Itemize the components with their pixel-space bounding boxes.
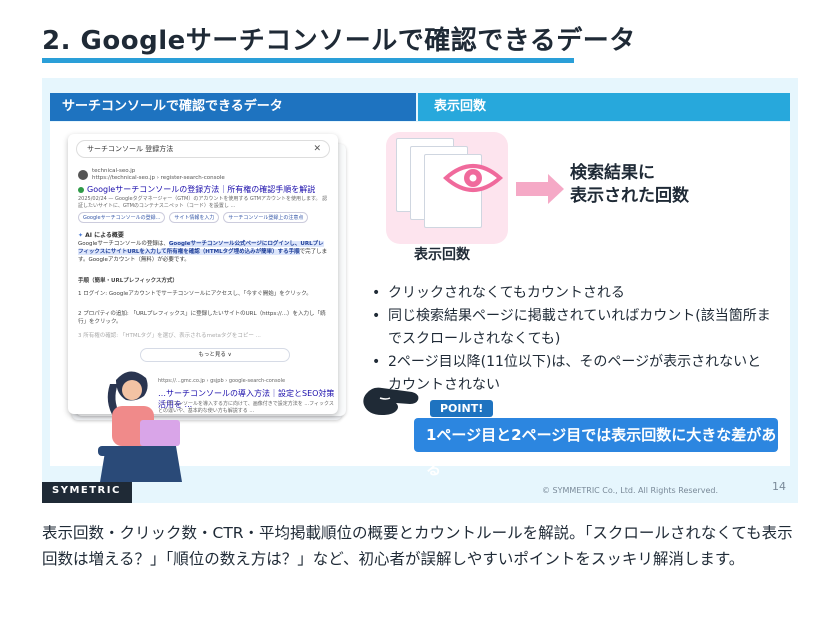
result-title: Googleサーチコンソールの登録方法｜所有権の確認手順を解説	[78, 184, 315, 195]
site-info: technical-seo.jp https://technical-seo.j…	[92, 168, 225, 182]
bullet-item: クリックされなくてもカウントされる	[370, 282, 772, 305]
brand-logo: SYMETRIC	[52, 485, 121, 496]
page-title: 2. Googleサーチコンソールで確認できるデータ	[42, 26, 636, 56]
search-query: サーチコンソール 登録方法	[87, 145, 174, 153]
show-more-button: もっと見る ∨	[140, 348, 290, 362]
site-favicon-icon	[78, 170, 88, 180]
result-label: 検索結果に 表示された回数	[570, 163, 689, 206]
bullet-item: 2ページ目以降(11位以下)は、そのページが表示されないとカウントされない	[370, 351, 772, 397]
title-underline	[42, 58, 574, 63]
impression-label: 表示回数	[414, 247, 470, 263]
chip: サーチコンソール登録上の注意点	[223, 212, 309, 223]
site-name: technical-seo.jp	[92, 168, 136, 174]
slide: サーチコンソールで確認できるデータ 表示回数 サーチコンソール 登録方法 ✕ t…	[42, 78, 798, 503]
bullet-item: 同じ検索結果ページに掲載されていればカウント(該当箇所までスクロールされなくても…	[370, 305, 772, 351]
close-icon: ✕	[313, 144, 321, 154]
steps-heading: 手順（簡単・URLプレフィックス方式）	[78, 278, 178, 284]
point-tag: POINT!	[430, 400, 494, 417]
site-row: technical-seo.jp https://technical-seo.j…	[78, 168, 225, 182]
impression-icon-box	[386, 132, 508, 244]
point-message: 1ページ目と2ページ目では表示回数に大きな差がある	[414, 418, 778, 478]
chip: Googleサーチコンソールの登録...	[78, 212, 166, 223]
person-illustration	[98, 371, 182, 482]
check-icon	[78, 186, 84, 193]
slide-header-left: サーチコンソールで確認できるデータ	[50, 93, 416, 121]
page-number: 14	[772, 480, 786, 493]
site-url: https://technical-seo.jp › register-sear…	[92, 175, 225, 181]
chip: サイト情報を入力	[169, 212, 220, 223]
pointing-hand-icon	[363, 387, 419, 415]
arrow-right-icon	[516, 174, 564, 204]
description-text: 表示回数・クリック数・CTR・平均掲載順位の概要とカウントルールを解説。「スクロ…	[42, 524, 793, 568]
result-title-text: Googleサーチコンソールの登録方法｜所有権の確認手順を解説	[87, 185, 316, 194]
step-item: 3 所有権の確認: 「HTMLタグ」を選び、表示されるmetaタグをコピー ..…	[78, 333, 261, 339]
result-chips: Googleサーチコンソールの登録... サイト情報を入力 サーチコンソール登録…	[78, 212, 309, 223]
step-item: 2 プロパティの追加: 「URLプレフィックス」に登録したいサイトのURL（ht…	[78, 311, 326, 325]
ai-overview-text: Googleサーチコンソールの登録は、Googleサーチコンソール公式ページにロ…	[78, 241, 328, 263]
search-bar: サーチコンソール 登録方法 ✕	[76, 140, 330, 158]
slide-header-right: 表示回数	[418, 93, 790, 121]
step-item: 1 ログイン: Googleアカウントでサーチコンソールにアクセスし、「今すぐ開…	[78, 291, 312, 297]
eye-icon	[442, 164, 504, 192]
copyright: © SYMMETRIC Co., Ltd. All Rights Reserve…	[542, 486, 719, 495]
ai-overview-label: ✦ AI による概要	[78, 232, 124, 239]
result2-snippet: …ーチコンソールを導入する方に向けて、画像付きで設定方法を ...フィックスとの…	[158, 401, 334, 414]
result-snippet: 2025/02/24 — Googleタグマネージャー（GTM）のアカウントを使…	[78, 196, 328, 209]
bullet-list: クリックされなくてもカウントされる 同じ検索結果ページに掲載されていればカウント…	[370, 282, 772, 397]
